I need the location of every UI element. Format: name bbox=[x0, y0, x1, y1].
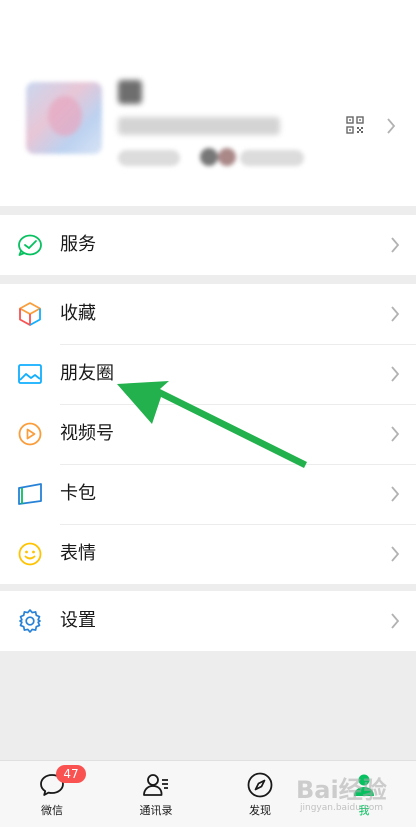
chevron-right-icon bbox=[391, 426, 400, 442]
service-icon bbox=[17, 232, 43, 258]
chevron-right-icon bbox=[391, 546, 400, 562]
avatar[interactable] bbox=[26, 82, 102, 154]
chevron-right-icon bbox=[391, 306, 400, 322]
watermark-logo: Bai经验 bbox=[296, 776, 387, 804]
settings-icon bbox=[17, 608, 43, 634]
menu-group-settings: 设置 bbox=[0, 591, 416, 651]
menu-item-label: 朋友圈 bbox=[60, 363, 114, 384]
channels-icon bbox=[17, 421, 43, 447]
menu-item-label: 服务 bbox=[60, 234, 96, 255]
chevron-right-icon bbox=[387, 118, 396, 134]
menu-item-channels[interactable]: 视频号 bbox=[0, 404, 416, 464]
menu-item-moments[interactable]: 朋友圈 bbox=[0, 344, 416, 404]
menu-group-services: 服务 bbox=[0, 215, 416, 275]
menu-item-card-wallet[interactable]: 卡包 bbox=[0, 464, 416, 524]
tab-chats[interactable]: 47 微信 bbox=[0, 761, 104, 827]
compass-icon bbox=[247, 772, 273, 798]
menu-item-settings[interactable]: 设置 bbox=[0, 591, 416, 651]
menu-item-services[interactable]: 服务 bbox=[0, 215, 416, 275]
chevron-right-icon bbox=[391, 613, 400, 629]
contacts-icon bbox=[143, 774, 168, 796]
chevron-right-icon bbox=[391, 366, 400, 382]
card-wallet-icon bbox=[17, 481, 43, 507]
profile-header[interactable] bbox=[0, 0, 416, 206]
chevron-right-icon bbox=[391, 237, 400, 253]
menu-group-main: 收藏 朋友圈 视频号 卡包 表情 bbox=[0, 284, 416, 584]
nickname-blurred bbox=[118, 80, 142, 104]
unread-badge: 47 bbox=[56, 765, 86, 783]
chevron-right-icon bbox=[391, 486, 400, 502]
tab-label: 通讯录 bbox=[139, 804, 173, 817]
wechat-id-blurred bbox=[118, 117, 280, 135]
favorites-icon bbox=[17, 301, 43, 327]
sticker-icon bbox=[17, 541, 43, 567]
menu-item-label: 卡包 bbox=[60, 483, 96, 504]
menu-item-label: 设置 bbox=[60, 610, 96, 631]
menu-item-stickers[interactable]: 表情 bbox=[0, 524, 416, 584]
tab-contacts[interactable]: 通讯录 bbox=[104, 761, 208, 827]
menu-item-label: 表情 bbox=[60, 543, 96, 564]
menu-item-favorites[interactable]: 收藏 bbox=[0, 284, 416, 344]
moments-icon bbox=[17, 361, 43, 387]
status-blurred[interactable] bbox=[118, 148, 304, 168]
watermark-url: jingyan.baidu.com bbox=[300, 803, 384, 813]
menu-item-label: 视频号 bbox=[60, 423, 114, 444]
menu-item-label: 收藏 bbox=[60, 303, 96, 324]
qr-code-icon[interactable] bbox=[346, 116, 364, 134]
tab-label: 微信 bbox=[41, 804, 63, 817]
